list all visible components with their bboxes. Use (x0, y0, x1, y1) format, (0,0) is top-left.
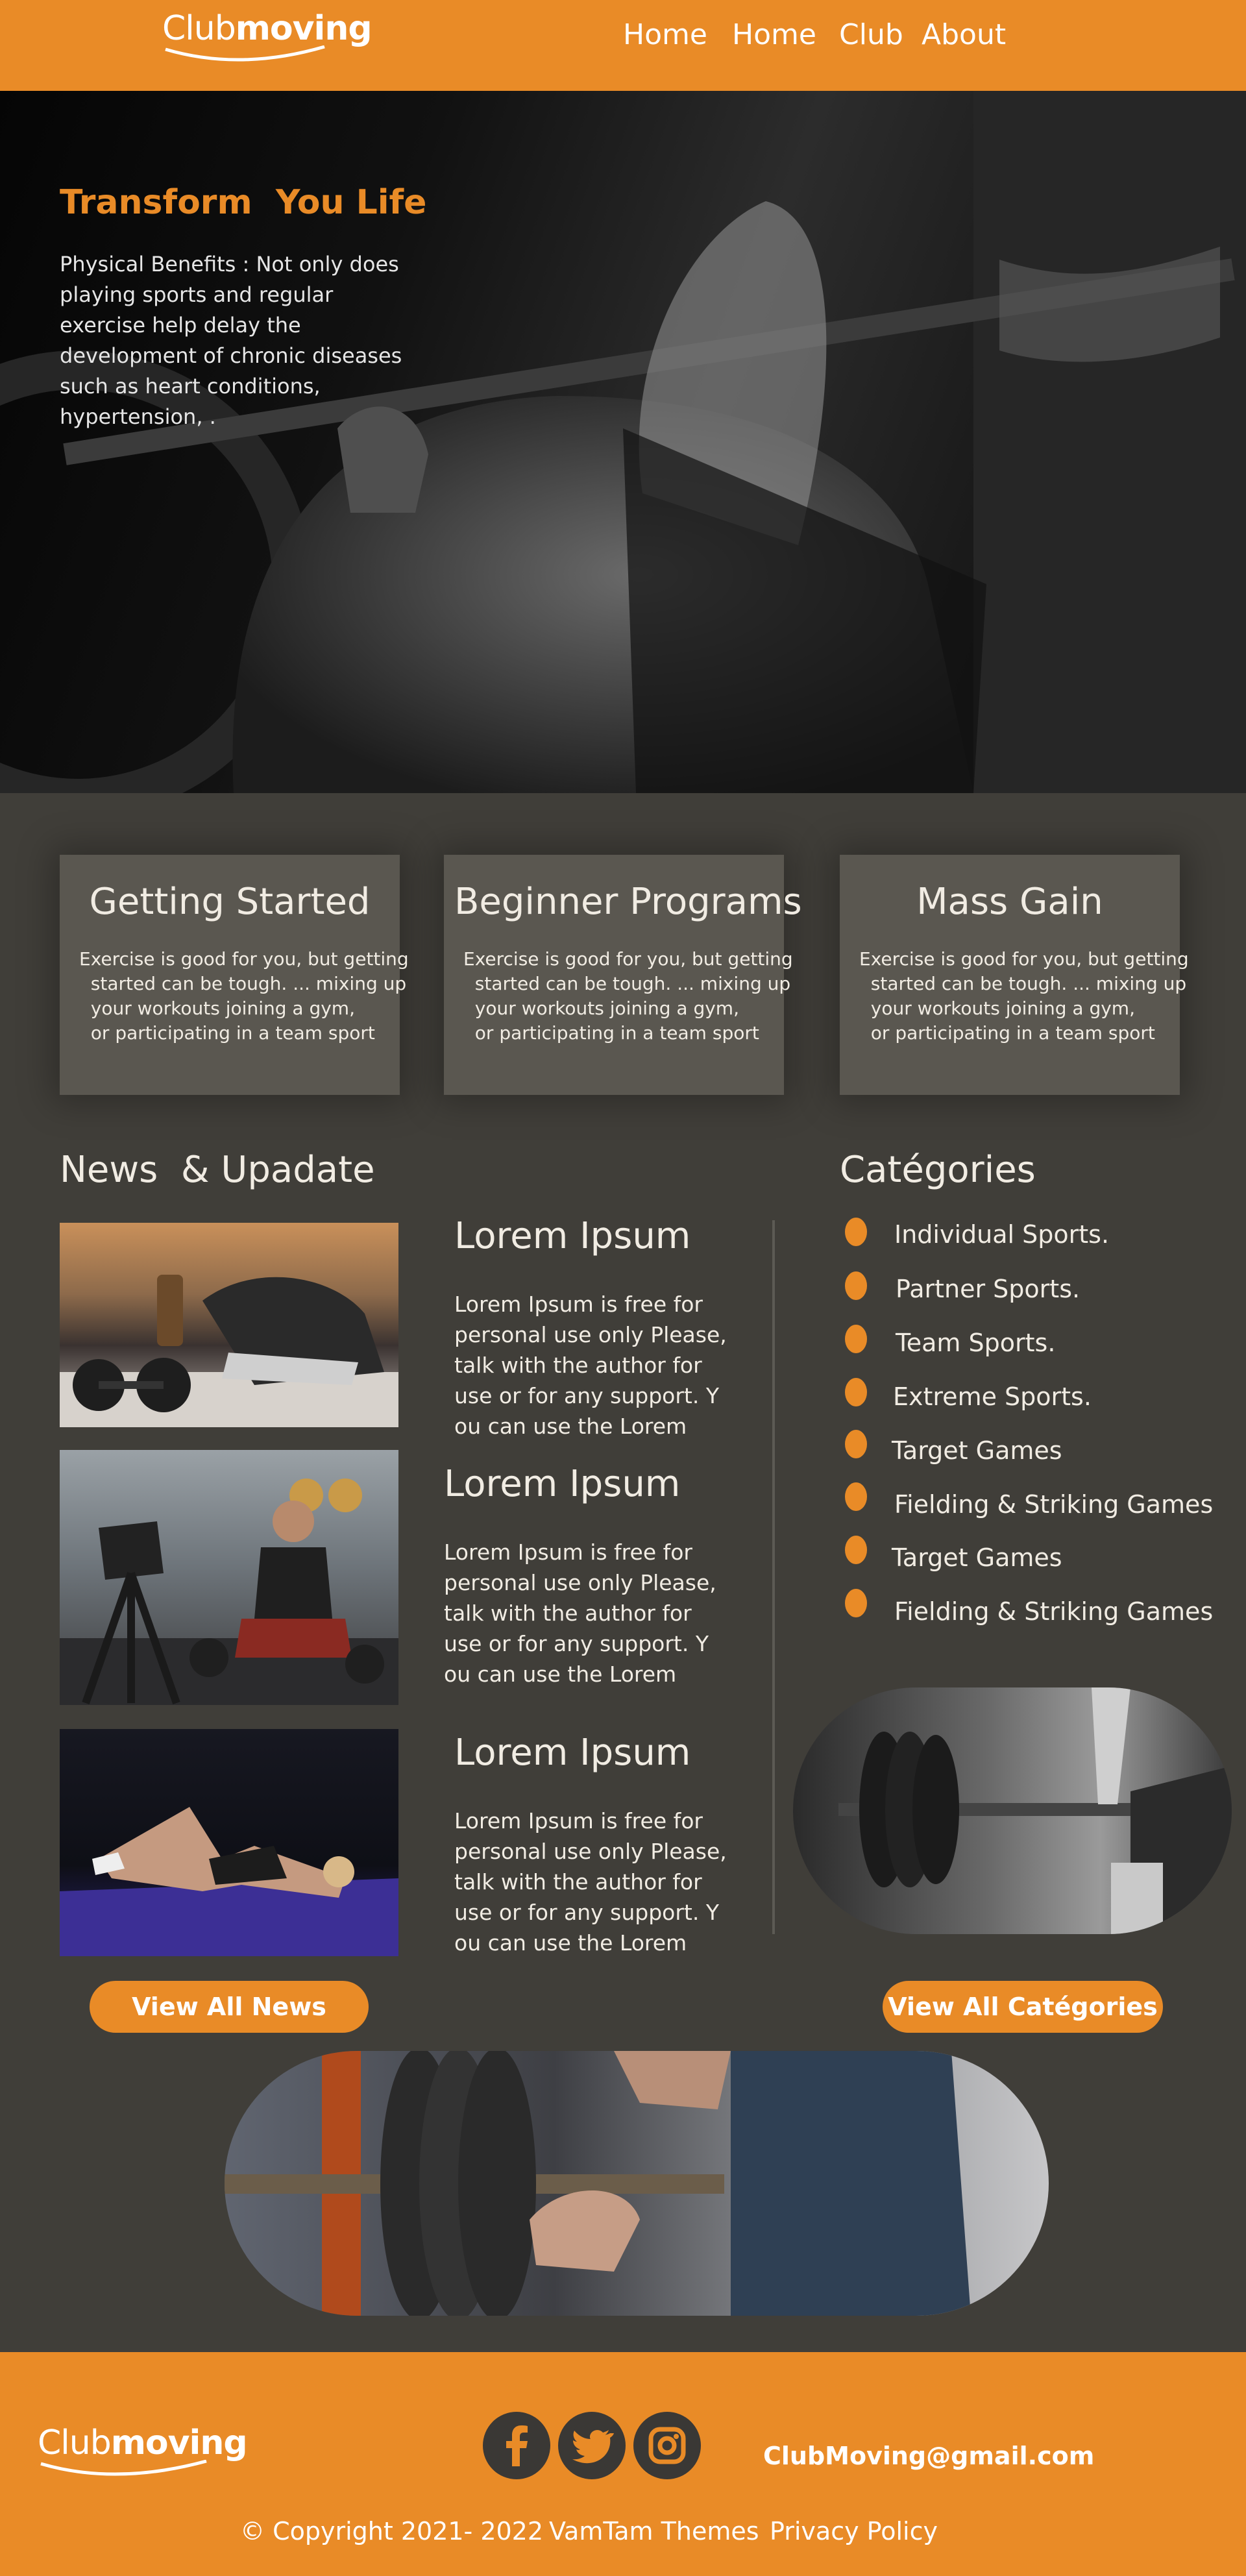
bullet-icon (845, 1271, 867, 1300)
category-item-7[interactable]: Target Games (892, 1543, 1062, 1572)
card-getting-started[interactable]: Getting Started Exercise is good for you… (60, 855, 409, 1095)
card-text: Exercise is good for you, but getting st… (79, 948, 409, 1044)
hero-banner: Transform You Life Physical Benefits : N… (0, 91, 1246, 793)
news-text-1: Lorem Ipsum is free for personal use onl… (454, 1292, 727, 1439)
dumbbell-photo (60, 1275, 398, 1427)
hero-title: Transform You Life (60, 183, 427, 222)
twitter-icon[interactable] (558, 2412, 626, 2479)
instagram-glyph (648, 2427, 686, 2464)
category-item-2[interactable]: Partner Sports. (896, 1275, 1080, 1303)
card-title: Beginner Programs (454, 881, 802, 923)
news-title-2[interactable]: Lorem Ipsum (444, 1463, 680, 1505)
bullet-icon (845, 1325, 867, 1353)
privacy-policy-link[interactable]: Privacy Policy (770, 2517, 938, 2545)
bullet-icon (845, 1430, 867, 1458)
instagram-icon[interactable] (633, 2412, 701, 2479)
card-mass-gain[interactable]: Mass Gain Exercise is good for you, but … (840, 855, 1189, 1095)
logo-swoosh-icon (40, 2460, 207, 2476)
nav-home-2[interactable]: Home (732, 18, 816, 51)
card-beginner-programs[interactable]: Beginner Programs Exercise is good for y… (444, 855, 802, 1095)
news-image-3[interactable] (60, 1729, 398, 1956)
nav-club[interactable]: Club (839, 18, 903, 51)
logo-text-club: Club (38, 2423, 112, 2462)
news-image-2[interactable] (60, 1450, 398, 1705)
facebook-glyph (506, 2425, 528, 2466)
categories-heading: Catégories (840, 1149, 1036, 1191)
site-header: Clubmoving Home Home Club About (0, 0, 1246, 91)
news-text-2: Lorem Ipsum is free for personal use onl… (444, 1539, 716, 1687)
nav-home[interactable]: Home (623, 18, 707, 51)
footer-logo[interactable]: Clubmoving (38, 2423, 248, 2476)
twitter-glyph (572, 2430, 614, 2464)
bullet-icon (845, 1589, 867, 1617)
hero-description: Physical Benefits : Not only does playin… (60, 252, 402, 429)
logo-text-moving: moving (110, 2423, 248, 2462)
news-title-3[interactable]: Lorem Ipsum (454, 1732, 690, 1774)
category-item-8[interactable]: Fielding & Striking Games (894, 1597, 1213, 1626)
category-item-5[interactable]: Target Games (892, 1436, 1062, 1465)
nav-about[interactable]: About (922, 18, 1006, 51)
logo-text-club: Club (162, 9, 236, 48)
copyright-text: © Copyright 2021- 2022 (240, 2517, 544, 2545)
athlete-camera-photo (60, 1478, 398, 1705)
vamtam-themes-link[interactable]: VamTam Themes (549, 2517, 759, 2545)
card-text: Exercise is good for you, but getting st… (859, 948, 1189, 1044)
news-image-1[interactable] (60, 1223, 398, 1427)
weight-plate-photo (225, 2051, 971, 2316)
header-logo[interactable]: Clubmoving (162, 9, 373, 62)
deadlift-image (793, 1687, 1232, 1934)
card-title: Mass Gain (916, 881, 1103, 923)
category-item-6[interactable]: Fielding & Striking Games (894, 1490, 1213, 1519)
logo-swoosh-icon (165, 45, 325, 62)
logo-text-moving: moving (235, 9, 373, 48)
news-title-1[interactable]: Lorem Ipsum (454, 1215, 690, 1257)
card-title: Getting Started (89, 881, 371, 923)
news-text-3: Lorem Ipsum is free for personal use onl… (454, 1808, 727, 1956)
bullet-icon (845, 1482, 867, 1511)
weight-plate-banner (225, 2051, 1049, 2316)
contact-email[interactable]: ClubMoving@gmail.com (763, 2442, 1094, 2470)
category-item-3[interactable]: Team Sports. (896, 1329, 1055, 1357)
card-text: Exercise is good for you, but getting st… (463, 948, 793, 1044)
bullet-icon (845, 1378, 867, 1406)
category-item-1[interactable]: Individual Sports. (894, 1220, 1109, 1249)
site-footer: Clubmoving ClubMoving@gmail.com © Copyri… (0, 2352, 1246, 2576)
view-all-categories-button[interactable]: View All Catégories (883, 1981, 1163, 2033)
facebook-icon[interactable] (483, 2412, 550, 2479)
category-item-4[interactable]: Extreme Sports. (893, 1382, 1092, 1411)
barbell-photo (838, 1687, 1232, 1934)
bullet-icon (845, 1218, 867, 1246)
section-divider (772, 1220, 775, 1934)
view-all-news-button[interactable]: View All News (90, 1981, 369, 2033)
news-heading: News & Upadate (60, 1149, 375, 1191)
situps-photo (60, 1807, 398, 1956)
bullet-icon (845, 1536, 867, 1564)
